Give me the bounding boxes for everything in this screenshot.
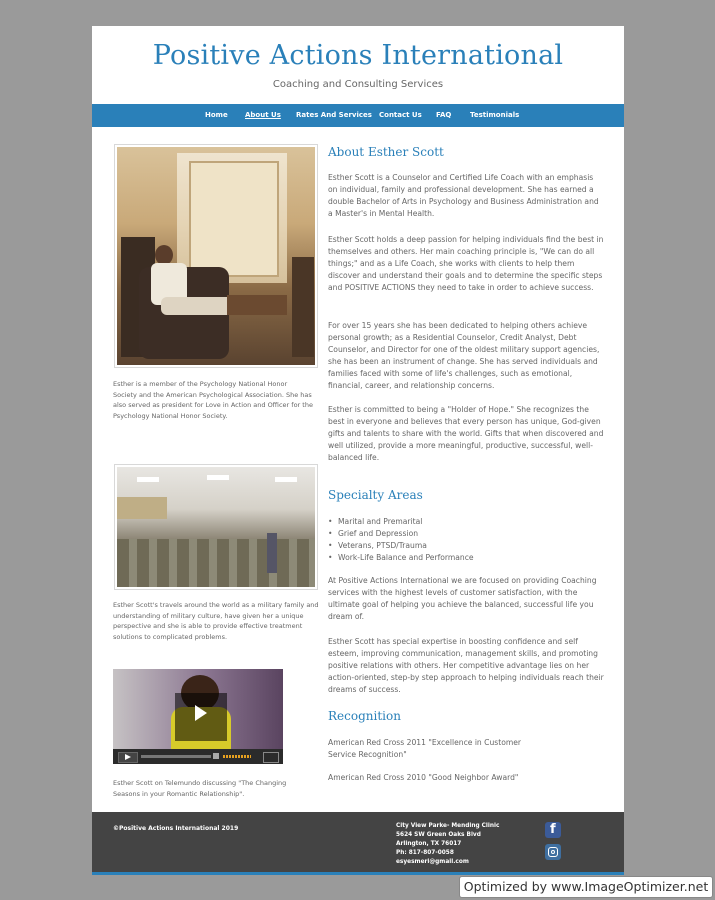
about-paragraph-1: Esther Scott is a Counselor and Certifie… <box>328 173 599 218</box>
military-caption: Esther Scott's travels around the world … <box>113 601 319 641</box>
page-container: Positive Actions International Coaching … <box>92 26 624 875</box>
about-paragraph-4: Esther is committed to being a "Holder o… <box>328 405 604 462</box>
recognition-heading: Recognition <box>328 709 401 723</box>
footer-address: City View Parke- Mending Clinic 5624 SW … <box>396 822 499 867</box>
control-play-icon[interactable] <box>125 754 131 760</box>
nav-rates-and-services[interactable]: Rates And Services <box>296 111 372 119</box>
fullscreen-icon[interactable] <box>263 752 279 763</box>
nav-contact-us[interactable]: Contact Us <box>379 111 422 119</box>
nav-home[interactable]: Home <box>205 111 228 119</box>
recognition-item-2: American Red Cross 2010 "Good Neighbor A… <box>328 773 519 782</box>
footer-copyright: ©Positive Actions International 2019 <box>113 825 239 832</box>
volume-slider[interactable] <box>223 755 251 758</box>
address-line: City View Parke- Mending Clinic <box>396 823 500 829</box>
about-paragraph-3: For over 15 years she has been dedicated… <box>328 321 600 390</box>
video-caption: Esther Scott on Telemundo discussing "Th… <box>113 779 287 798</box>
list-item: Grief and Depression <box>328 528 604 540</box>
list-item: Marital and Premarital <box>328 516 604 528</box>
nav-testimonials[interactable]: Testimonials <box>470 111 519 119</box>
address-line: 5624 SW Green Oaks Blvd <box>396 832 481 838</box>
address-line: Ph: 817-807-0058 <box>396 850 454 856</box>
about-paragraph-2: Esther Scott holds a deep passion for he… <box>328 235 604 292</box>
about-heading: About Esther Scott <box>328 145 444 159</box>
military-class-photo <box>114 464 318 590</box>
footer: ©Positive Actions International 2019 Cit… <box>92 812 624 875</box>
specialty-paragraph-1: At Positive Actions International we are… <box>328 576 597 621</box>
optimizer-watermark: Optimized by www.ImageOptimizer.net <box>459 876 713 898</box>
main-nav: Home About Us Rates And Services Contact… <box>92 104 624 127</box>
volume-icon[interactable] <box>213 753 219 759</box>
play-icon[interactable] <box>195 705 207 721</box>
footer-email-link[interactable]: esyesmeri@gmail.com <box>396 858 499 867</box>
address-line: Arlington, TX 76017 <box>396 841 462 847</box>
recognition-item-1: American Red Cross 2011 "Excellence in C… <box>328 738 522 759</box>
portrait-caption: Esther is a member of the Psychology Nat… <box>113 380 313 420</box>
specialty-list: Marital and Premarital Grief and Depress… <box>328 516 604 564</box>
video-progress-bar[interactable] <box>141 755 211 758</box>
telemundo-video-player[interactable] <box>113 669 283 764</box>
nav-about-us[interactable]: About Us <box>245 111 281 119</box>
specialty-paragraph-2: Esther Scott has special expertise in bo… <box>328 637 604 694</box>
esther-portrait-photo <box>114 144 318 368</box>
facebook-icon[interactable]: f <box>545 822 561 838</box>
site-title[interactable]: Positive Actions International <box>92 40 624 71</box>
instagram-icon[interactable] <box>545 844 561 860</box>
nav-faq[interactable]: FAQ <box>436 111 451 119</box>
specialty-heading: Specialty Areas <box>328 488 423 502</box>
list-item: Work-Life Balance and Performance <box>328 552 604 564</box>
list-item: Veterans, PTSD/Trauma <box>328 540 604 552</box>
site-tagline: Coaching and Consulting Services <box>272 79 444 90</box>
